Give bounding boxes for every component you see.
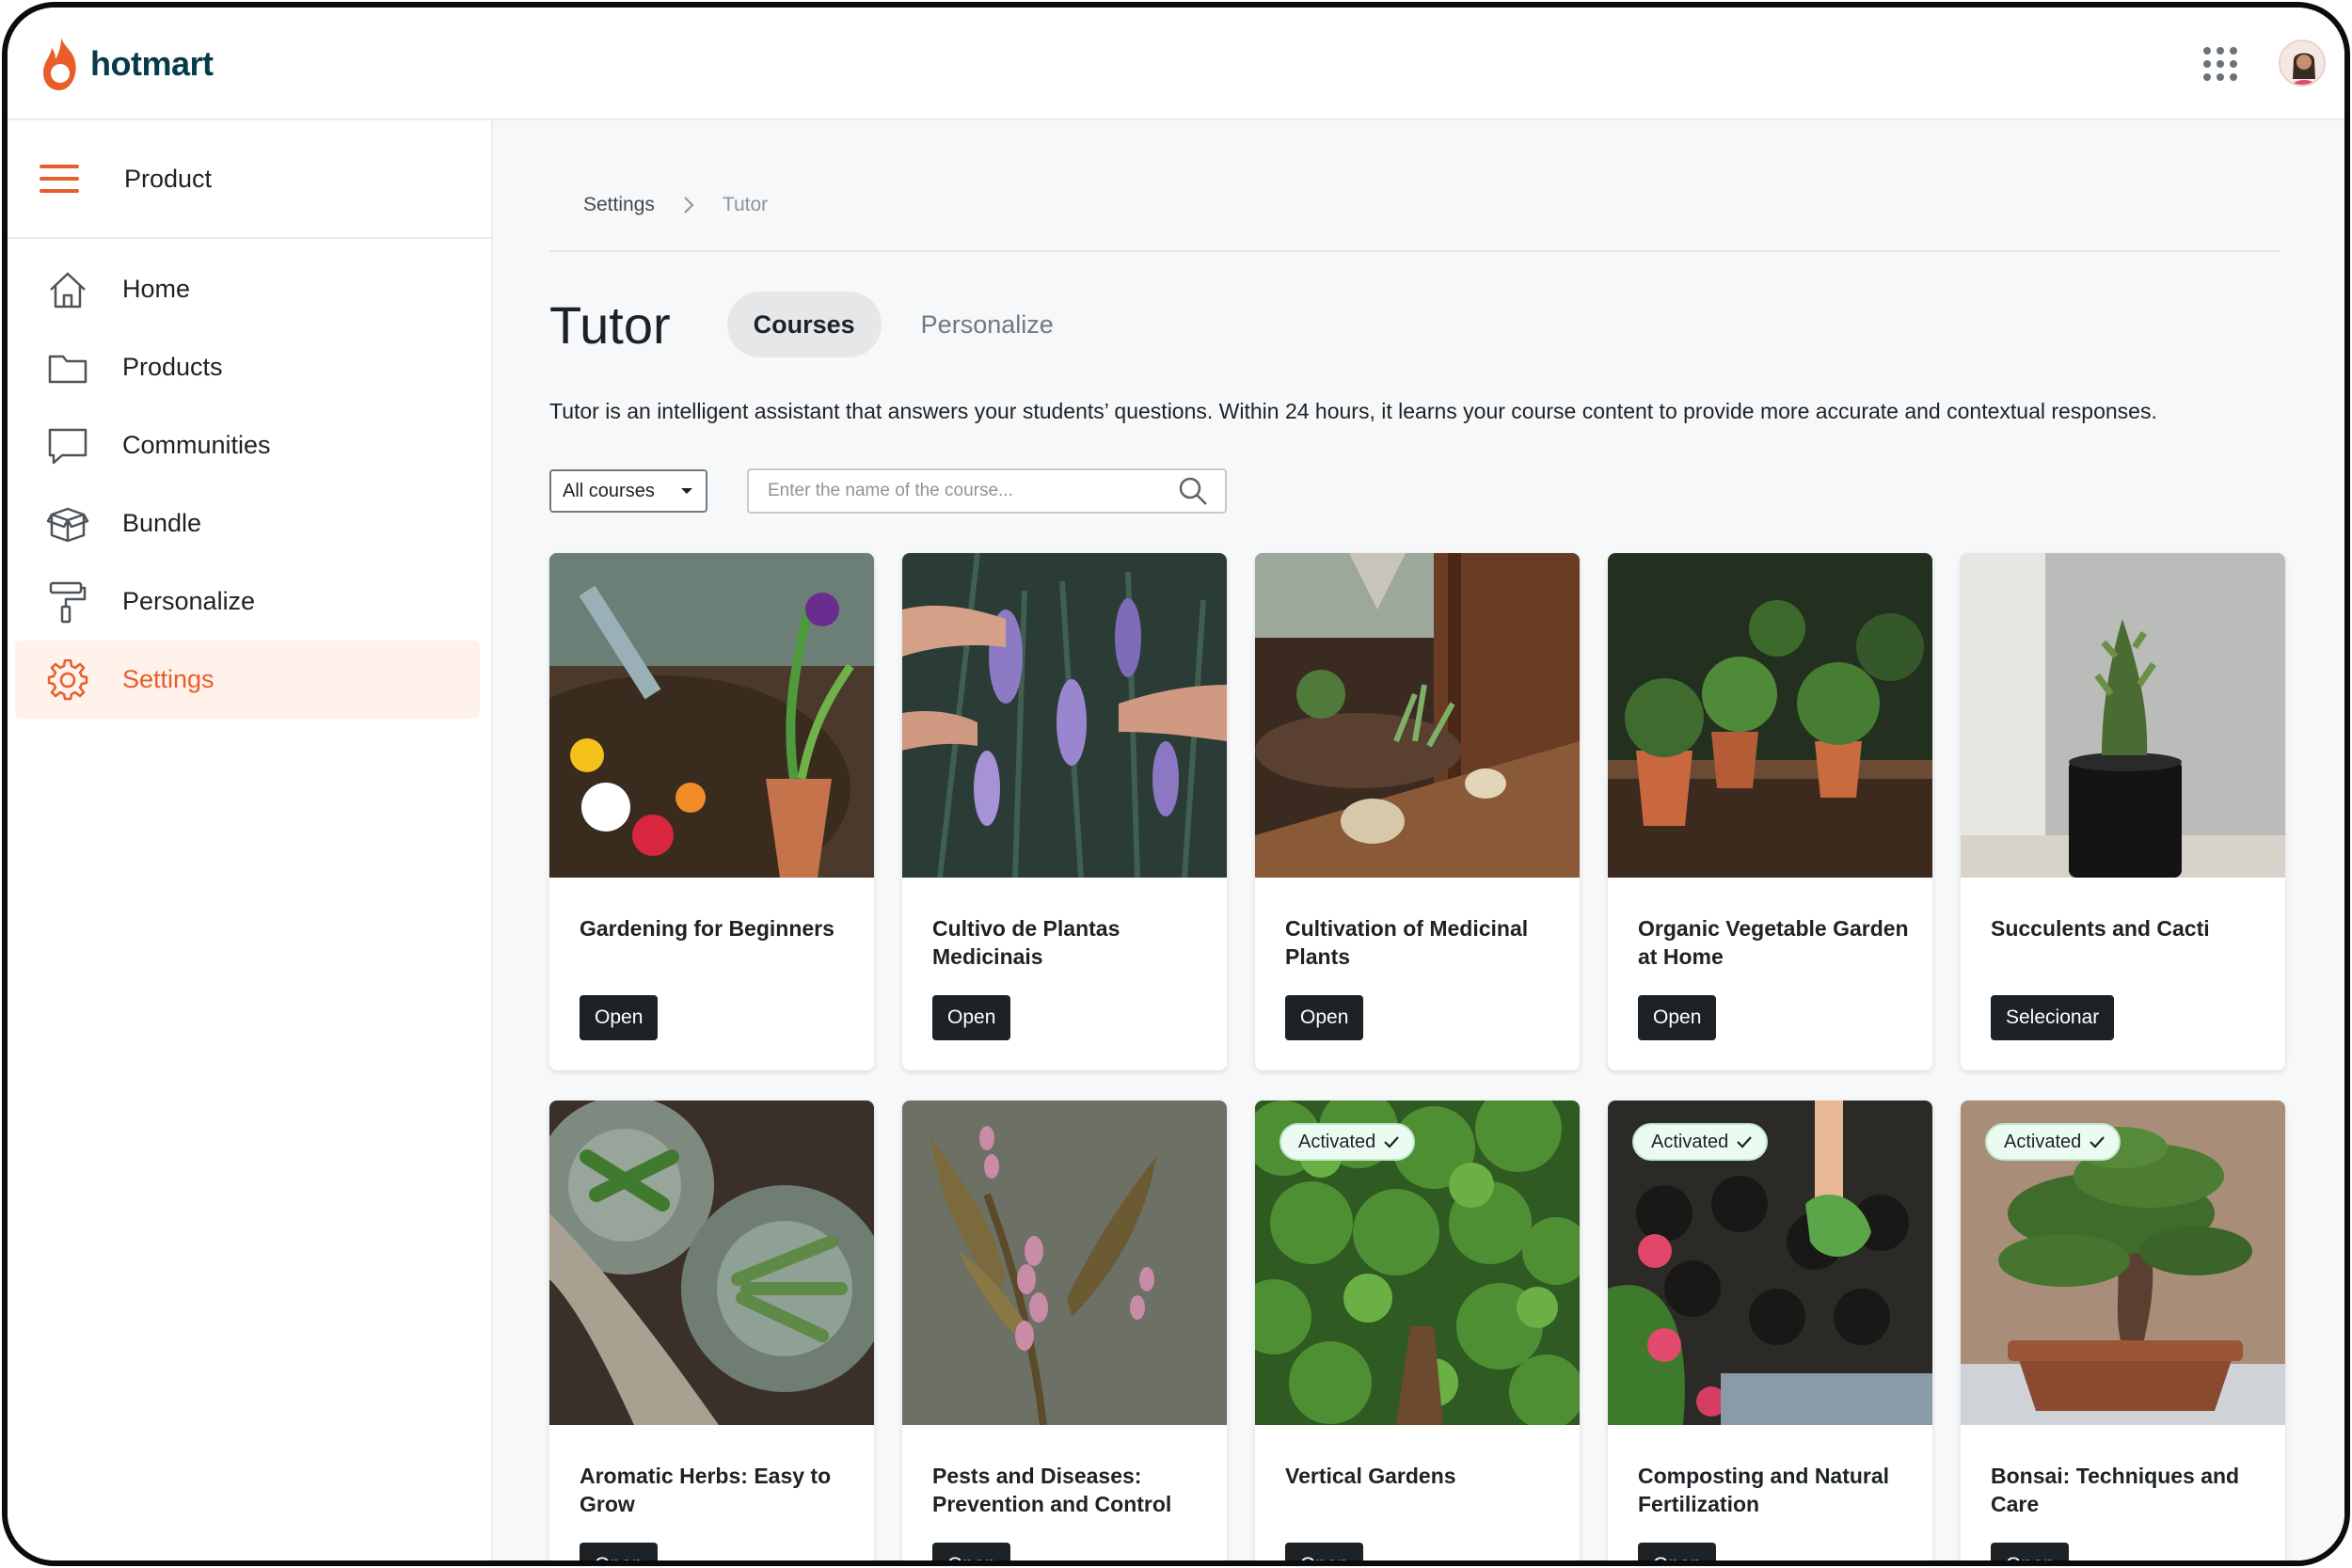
flame-logo-icon — [43, 38, 76, 90]
open-course-button[interactable]: Open — [1638, 995, 1717, 1040]
open-course-button[interactable]: Open — [1285, 1543, 1364, 1560]
badge-label: Activated — [1651, 1131, 1729, 1152]
course-thumbnail — [549, 1101, 874, 1425]
sidebar-item-products[interactable]: Products — [15, 328, 480, 406]
course-thumbnail — [549, 553, 874, 878]
folder-icon — [45, 345, 90, 390]
course-grid: Gardening for Beginners Open Cultivo de … — [549, 553, 2290, 1560]
sidebar-item-communities[interactable]: Communities — [15, 406, 480, 484]
sidebar-item-label: Bundle — [122, 509, 202, 537]
sidebar-item-label: Products — [122, 353, 223, 381]
check-icon — [2090, 1136, 2106, 1148]
open-course-button[interactable]: Open — [932, 995, 1011, 1040]
course-thumbnail — [1961, 553, 2285, 878]
sidebar-item-settings[interactable]: Settings — [15, 641, 480, 719]
caret-down-icon — [681, 488, 692, 494]
course-card[interactable]: Activated Composting and Natural Fertili… — [1608, 1101, 1932, 1560]
sidebar-nav: Home Products Communities Bundle Persona… — [8, 239, 491, 719]
course-search — [747, 468, 1227, 514]
filter-row: All courses — [549, 468, 1227, 514]
apps-grid-button[interactable] — [2200, 43, 2241, 85]
sidebar: Product Home Products Communities Bundle… — [8, 120, 493, 1560]
brand-name: hotmart — [90, 44, 214, 83]
tab-personalize[interactable]: Personalize — [895, 292, 1080, 357]
box-icon — [45, 501, 90, 546]
hotmart-logo[interactable]: hotmart — [40, 32, 214, 96]
course-card[interactable]: Activated Vertical Gardens Open — [1255, 1101, 1580, 1560]
sidebar-item-label: Communities — [122, 431, 271, 459]
open-course-button[interactable]: Open — [1638, 1543, 1717, 1560]
course-title: Vertical Gardens — [1285, 1464, 1456, 1488]
course-card[interactable]: Activated Bonsai: Techniques and Care Op… — [1961, 1101, 2285, 1560]
sidebar-item-personalize[interactable]: Personalize — [15, 562, 480, 641]
tab-courses[interactable]: Courses — [726, 292, 882, 357]
course-title: Bonsai: Techniques and Care — [1991, 1464, 2240, 1516]
activated-badge: Activated — [1279, 1123, 1416, 1161]
course-title: Cultivation of Medicinal Plants — [1285, 916, 1529, 969]
page-title: Tutor — [549, 294, 671, 355]
check-icon — [1737, 1136, 1753, 1148]
open-course-button[interactable]: Open — [1991, 1543, 2070, 1560]
course-title: Aromatic Herbs: Easy to Grow — [580, 1464, 832, 1516]
breadcrumb-item-settings[interactable]: Settings — [583, 194, 655, 216]
course-card[interactable]: Cultivation of Medicinal Plants Open — [1255, 553, 1580, 1070]
course-card[interactable]: Aromatic Herbs: Easy to Grow Open — [549, 1101, 874, 1560]
select-course-button[interactable]: Selecionar — [1991, 995, 2115, 1040]
breadcrumb: Settings Tutor — [549, 177, 2280, 252]
avatar-image — [2280, 41, 2324, 85]
check-icon — [1384, 1136, 1400, 1148]
course-filter-select[interactable]: All courses — [549, 469, 707, 513]
gear-icon — [45, 657, 90, 703]
sidebar-item-home[interactable]: Home — [15, 250, 480, 328]
course-card[interactable]: Succulents and Cacti Selecionar — [1961, 553, 2285, 1070]
user-avatar[interactable] — [2279, 40, 2326, 87]
activated-badge: Activated — [1632, 1123, 1769, 1161]
sidebar-item-label: Personalize — [122, 587, 256, 615]
app-window: hotmart Product Home Products Communitie… — [2, 2, 2350, 1566]
course-thumbnail — [902, 1101, 1227, 1425]
search-input[interactable] — [768, 481, 1178, 501]
badge-label: Activated — [2004, 1131, 2082, 1152]
course-thumbnail: Activated — [1961, 1101, 2285, 1425]
badge-label: Activated — [1298, 1131, 1376, 1152]
sidebar-item-label: Settings — [122, 665, 215, 693]
sidebar-menu-toggle[interactable]: Product — [8, 120, 491, 239]
breadcrumb-item-tutor: Tutor — [722, 194, 769, 215]
hamburger-menu-icon — [40, 165, 79, 193]
page-description: Tutor is an intelligent assistant that a… — [549, 399, 2157, 423]
search-icon[interactable] — [1178, 476, 1208, 506]
course-thumbnail: Activated — [1255, 1101, 1580, 1425]
course-thumbnail — [1608, 553, 1932, 878]
sidebar-item-label: Home — [122, 275, 191, 303]
course-title: Organic Vegetable Garden at Home — [1638, 916, 1909, 969]
course-card[interactable]: Cultivo de Plantas Medicinais Open — [902, 553, 1227, 1070]
course-title: Composting and Natural Fertilization — [1638, 1464, 1890, 1516]
top-bar: hotmart — [8, 8, 2344, 120]
main-content: Settings Tutor Tutor Courses Personalize… — [493, 120, 2344, 1560]
course-thumbnail: Activated — [1608, 1101, 1932, 1425]
course-card[interactable]: Pests and Diseases: Prevention and Contr… — [902, 1101, 1227, 1560]
title-row: Tutor Courses Personalize — [549, 290, 1080, 359]
open-course-button[interactable]: Open — [580, 1543, 659, 1560]
sidebar-title: Product — [124, 164, 213, 193]
sidebar-item-bundle[interactable]: Bundle — [15, 484, 480, 562]
activated-badge: Activated — [1985, 1123, 2122, 1161]
paint-roller-icon — [45, 579, 90, 625]
grid-dots-icon — [2203, 47, 2237, 81]
course-card[interactable]: Organic Vegetable Garden at Home Open — [1608, 553, 1932, 1070]
course-filter-value: All courses — [563, 480, 655, 501]
course-title: Succulents and Cacti — [1991, 916, 2210, 941]
open-course-button[interactable]: Open — [580, 995, 659, 1040]
course-card[interactable]: Gardening for Beginners Open — [549, 553, 874, 1070]
course-thumbnail — [1255, 553, 1580, 878]
home-icon — [45, 267, 90, 312]
course-title: Cultivo de Plantas Medicinais — [932, 916, 1120, 969]
open-course-button[interactable]: Open — [932, 1543, 1011, 1560]
open-course-button[interactable]: Open — [1285, 995, 1364, 1040]
course-title: Pests and Diseases: Prevention and Contr… — [932, 1464, 1172, 1516]
course-thumbnail — [902, 553, 1227, 878]
course-title: Gardening for Beginners — [580, 916, 834, 941]
chevron-right-icon — [679, 194, 698, 216]
chat-icon — [45, 423, 90, 468]
